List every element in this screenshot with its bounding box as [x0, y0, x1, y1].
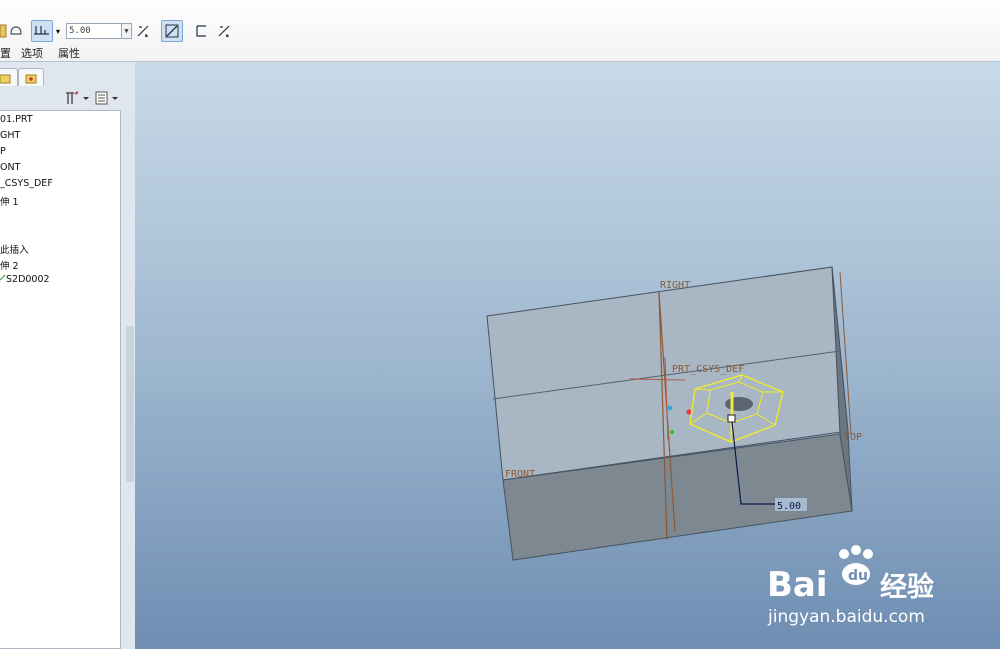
show-menu-icon[interactable] [95, 90, 121, 106]
tree-item-csys[interactable]: _CSYS_DEF [0, 178, 53, 189]
csys-origin-y [667, 405, 673, 411]
tree-item-part[interactable]: 01.PRT [0, 114, 33, 125]
csys-label: PRT_CSYS_DEF [672, 364, 744, 375]
chevron-down-icon[interactable]: ▼ [121, 24, 131, 38]
tree-toolbar [0, 86, 125, 110]
dashboard-toolbar: ▾ 5.00 ▼ 置 选项 属性 [0, 0, 1000, 62]
graphics-window[interactable]: 5.00 RIGHT PRT_CSYS_DEF TOP FRONT Bai du… [135, 62, 1000, 649]
folder-icon [0, 74, 11, 83]
tab-model-tree[interactable] [0, 68, 18, 86]
watermark-brand: Bai [767, 565, 828, 605]
thicken-sketch-icon[interactable] [192, 20, 210, 42]
watermark-suffix: 经验 [880, 571, 934, 603]
tab-placement[interactable]: 置 [0, 45, 11, 61]
tree-item-extrude-1[interactable]: 伸 1 [0, 194, 19, 208]
settings-tools-icon[interactable] [64, 90, 90, 106]
tree-item-top-plane[interactable]: P [0, 146, 6, 157]
model-tree: 01.PRT GHT P ONT _CSYS_DEF 伸 1 此插入 伸 2 S… [0, 110, 121, 649]
panel-splitter-handle[interactable] [126, 408, 134, 482]
hex-hole [725, 397, 753, 411]
dimension-value[interactable]: 5.00 [777, 501, 801, 512]
watermark-url: jingyan.baidu.com [767, 607, 925, 627]
tab-properties[interactable]: 属性 [58, 45, 80, 61]
depth-value-input[interactable]: 5.00 ▼ [66, 23, 132, 39]
tab-options[interactable]: 选项 [21, 45, 43, 61]
surface-icon[interactable] [8, 20, 24, 42]
csys-origin-z [670, 430, 674, 434]
tree-item-front-plane[interactable]: ONT [0, 162, 20, 173]
favorites-folder-icon [25, 74, 37, 83]
depth-blind-button[interactable] [31, 20, 53, 42]
flip-depth-icon[interactable] [134, 20, 152, 42]
tab-folder-browser[interactable] [18, 68, 44, 86]
tree-item-insert-here[interactable]: 此插入 [0, 242, 29, 256]
depth-drag-handle [727, 414, 736, 423]
svg-text:du: du [848, 568, 868, 584]
tree-item-extrude-2[interactable]: 伸 2 [0, 258, 19, 272]
depth-options-dropdown[interactable]: ▾ [53, 20, 63, 42]
remove-material-button[interactable] [161, 20, 183, 42]
depth-value-text: 5.00 [69, 26, 91, 36]
tree-item-sketch[interactable]: S2D0002 [0, 274, 50, 285]
tree-item-right-plane[interactable]: GHT [0, 130, 20, 141]
navigator-panel: 01.PRT GHT P ONT _CSYS_DEF 伸 1 此插入 伸 2 S… [0, 62, 135, 649]
paw-icon: du [839, 545, 873, 585]
navigator-tabs [0, 66, 135, 86]
partial-button[interactable] [0, 20, 8, 42]
baidu-watermark: Bai du 经验 jingyan.baidu.com [767, 545, 934, 627]
flip-material-icon[interactable] [215, 20, 233, 42]
csys-origin-x [686, 409, 692, 415]
front-datum-label: FRONT [505, 469, 535, 480]
top-datum-label: TOP [844, 432, 862, 443]
right-datum-label: RIGHT [660, 280, 690, 291]
